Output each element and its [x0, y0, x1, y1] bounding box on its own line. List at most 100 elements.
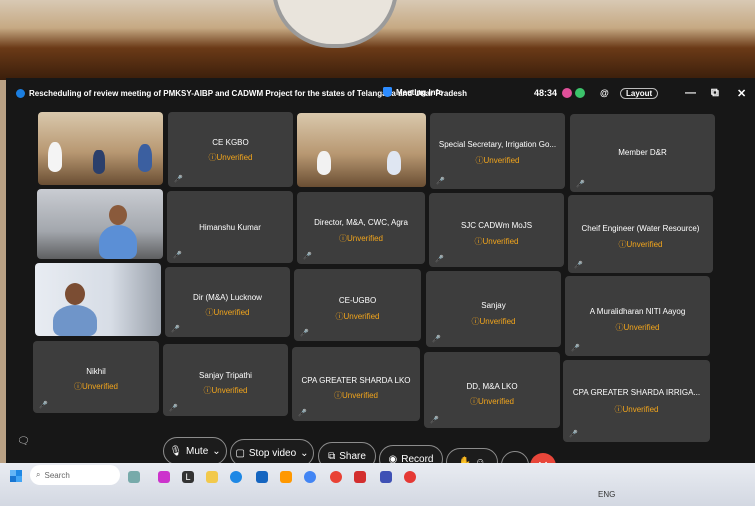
minimize-button[interactable]: — — [685, 86, 696, 100]
participant-tile[interactable]: CPA GREATER SHARDA LKO Unverified 🎤 — [292, 347, 420, 421]
participant-person — [53, 305, 97, 336]
participant-tile[interactable]: CE KGBO Unverified 🎤 — [168, 112, 293, 187]
participant-tile[interactable]: Member D&R 🎤 — [570, 114, 715, 192]
powerpoint-icon[interactable] — [404, 471, 416, 483]
chrome-icon[interactable] — [304, 471, 316, 483]
participant-tile[interactable]: Himanshu Kumar 🎤 — [167, 191, 293, 263]
browser-icon[interactable] — [330, 471, 342, 483]
muted-mic-icon: 🎤 — [174, 176, 183, 183]
edge-browser-icon[interactable] — [230, 471, 242, 483]
muted-mic-icon: 🎤 — [576, 181, 585, 188]
participant-tile[interactable]: Dir (M&A) Lucknow Unverified 🎤 — [165, 267, 290, 337]
at-mention-icon[interactable]: @ — [600, 86, 609, 100]
unverified-badge: Unverified — [563, 404, 710, 415]
chevron-down-icon: ⌄ — [300, 447, 309, 459]
unverified-badge: Unverified — [33, 381, 159, 392]
participant-name: Sanjay — [481, 301, 506, 310]
participant-face — [109, 205, 127, 225]
participant-person — [317, 151, 331, 175]
microphone-icon: 🎙 — [169, 445, 183, 457]
unverified-badge: Unverified — [297, 233, 425, 244]
participant-person — [387, 151, 401, 175]
participant-name: Dir (M&A) Lucknow — [193, 293, 262, 302]
participant-name: CPA GREATER SHARDA LKO — [301, 376, 411, 385]
mute-button[interactable]: 🎙 Mute ⌄ — [163, 437, 227, 465]
unverified-badge: Unverified — [430, 155, 565, 166]
mute-label: Mute — [186, 445, 209, 457]
search-placeholder: Search — [44, 470, 70, 480]
participant-name: CE-UGBO — [338, 296, 377, 305]
participant-name: CE KGBO — [212, 138, 249, 147]
participant-tile[interactable]: CE-UGBO Unverified 🎤 — [294, 269, 421, 341]
search-icon: ⌕ — [36, 470, 41, 479]
participant-tile[interactable]: Special Secretary, Irrigation Go... Unve… — [430, 113, 565, 189]
participant-name: Himanshu Kumar — [199, 223, 261, 232]
participant-name: Sanjay Tripathi — [199, 371, 252, 380]
participant-tile-video[interactable] — [35, 263, 161, 336]
layout-button[interactable]: Layout — [620, 86, 659, 100]
webex-app-icon[interactable] — [256, 471, 268, 483]
status-dots — [562, 86, 585, 100]
participant-tile[interactable]: Sanjay Unverified 🎤 — [426, 271, 561, 347]
app-icon[interactable] — [380, 471, 392, 483]
webex-logo-icon — [16, 88, 25, 98]
participant-name: Nikhil — [86, 367, 106, 376]
copilot-icon[interactable] — [158, 471, 170, 483]
photos-icon[interactable] — [280, 471, 292, 483]
status-dot-icon — [562, 88, 572, 98]
participant-name: Special Secretary, Irrigation Go... — [438, 140, 557, 149]
shield-icon — [383, 87, 392, 97]
taskbar-search-input[interactable]: ⌕ Search — [30, 465, 120, 485]
share-label: Share — [339, 450, 366, 462]
participant-tile-video[interactable] — [38, 112, 163, 185]
restore-button[interactable]: ⧉ — [711, 86, 719, 100]
unverified-badge: Unverified — [292, 390, 420, 401]
muted-mic-icon: 🎤 — [432, 336, 441, 343]
language-indicator[interactable]: ENG — [598, 490, 615, 499]
muted-mic-icon: 🎤 — [169, 405, 178, 412]
app-icon[interactable] — [354, 471, 366, 483]
participant-tile[interactable]: Nikhil Unverified 🎤 — [33, 341, 159, 413]
meeting-info-label: Meeting Info — [396, 87, 444, 97]
participant-tile[interactable]: Director, M&A, CWC, Agra Unverified 🎤 — [297, 192, 425, 264]
participant-name: Director, M&A, CWC, Agra — [314, 218, 408, 227]
participant-tile[interactable]: Sanjay Tripathi Unverified 🎤 — [163, 344, 288, 416]
participant-name: A Muralidharan NITI Aayog — [589, 307, 686, 316]
meeting-timer: 48:34 — [534, 88, 558, 98]
participant-name: SJC CADWm MoJS — [460, 221, 533, 230]
unverified-badge: Unverified — [163, 385, 288, 396]
participant-person — [99, 225, 137, 259]
muted-mic-icon: 🎤 — [298, 410, 307, 417]
muted-mic-icon: 🎤 — [173, 252, 182, 259]
windows-start-icon[interactable] — [10, 470, 22, 482]
file-explorer-icon[interactable] — [206, 471, 218, 483]
chat-icon[interactable]: 🗨 — [17, 436, 30, 447]
muted-mic-icon: 🎤 — [436, 178, 445, 185]
participant-tile-video[interactable] — [297, 113, 426, 187]
layout-label: Layout — [620, 87, 659, 99]
unverified-badge: Unverified — [294, 311, 421, 322]
muted-mic-icon: 🎤 — [303, 253, 312, 260]
participant-tile[interactable]: CPA GREATER SHARDA IRRIGA... Unverified … — [563, 360, 710, 442]
participant-tile[interactable]: DD, M&A LKO Unverified 🎤 — [424, 352, 560, 428]
muted-mic-icon: 🎤 — [300, 330, 309, 337]
participant-name: DD, M&A LKO — [466, 382, 518, 391]
close-button[interactable]: ✕ — [737, 86, 746, 100]
participant-tile[interactable]: SJC CADWm MoJS Unverified 🎤 — [429, 193, 564, 267]
unverified-badge: Unverified — [426, 316, 561, 327]
meeting-info-button[interactable]: Meeting Info — [383, 87, 443, 97]
participant-tile[interactable]: A Muralidharan NITI Aayog Unverified 🎤 — [565, 276, 710, 356]
participant-tile-video[interactable] — [37, 189, 163, 259]
unverified-badge: Unverified — [429, 236, 564, 247]
muted-mic-icon: 🎤 — [171, 326, 180, 333]
participant-person — [138, 144, 152, 172]
task-view-icon[interactable]: L — [182, 471, 194, 483]
video-camera-icon: ▢ — [235, 447, 245, 459]
participant-tile[interactable]: Cheif Engineer (Water Resource) Unverifi… — [568, 195, 713, 273]
participant-person — [48, 142, 62, 172]
unverified-badge: Unverified — [424, 396, 560, 407]
widgets-icon[interactable] — [128, 471, 140, 483]
muted-mic-icon: 🎤 — [571, 345, 580, 352]
chevron-down-icon: ⌄ — [212, 445, 221, 457]
stop-video-label: Stop video — [248, 447, 297, 459]
